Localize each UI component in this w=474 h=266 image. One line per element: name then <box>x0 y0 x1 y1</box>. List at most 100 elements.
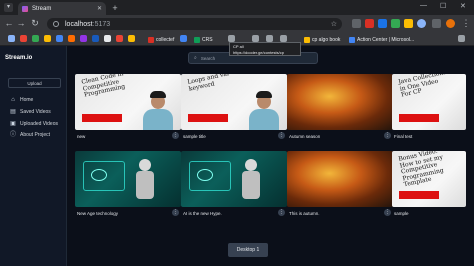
video-card[interactable]: This is autumn. ⋮ <box>287 151 393 222</box>
folder-icon[interactable] <box>228 35 235 42</box>
robot-image <box>239 159 263 207</box>
downloads-icon[interactable] <box>432 19 441 28</box>
browser-tab[interactable]: Stream ✕ <box>18 2 106 15</box>
video-title[interactable]: sample <box>394 211 409 216</box>
bookmark-collectef[interactable]: collectef <box>148 35 174 44</box>
profile-avatar-icon[interactable] <box>417 19 426 28</box>
thumbnail-tag <box>399 114 439 122</box>
video-card[interactable]: Clean Code in Competitive Programming ne… <box>75 74 181 145</box>
extension-icon[interactable] <box>378 19 387 28</box>
tab-favicon-icon <box>22 5 28 12</box>
video-title[interactable]: Autumn season <box>289 134 320 139</box>
thumbnail-caption: Loops and var keyword <box>186 74 231 93</box>
address-bar[interactable]: localhost :5173 ☆ <box>47 18 342 30</box>
tab-title: Stream <box>32 5 52 12</box>
video-card[interactable]: AI is the new Hype. ⋮ <box>181 151 287 222</box>
scrollbar-track[interactable] <box>466 46 474 266</box>
video-card[interactable]: Loops and var keyword sample title ⋮ <box>181 74 287 145</box>
video-card[interactable]: Autumn season ⋮ <box>287 74 393 145</box>
forward-icon[interactable]: → <box>16 18 26 28</box>
bookmark-icon[interactable] <box>116 35 123 42</box>
hologram-graphic <box>197 169 213 181</box>
video-card[interactable]: New Age technology ⋮ <box>75 151 181 222</box>
more-options-icon[interactable]: ⋮ <box>384 132 391 139</box>
site-info-icon[interactable] <box>53 21 59 27</box>
account-avatar-icon[interactable] <box>446 19 455 28</box>
app-root: Stream.io Upload ⌂ Home ▤ Saved Videos ▣… <box>0 46 474 266</box>
extension-icon[interactable] <box>391 19 400 28</box>
back-icon[interactable]: ← <box>4 18 14 28</box>
sidebar-item-saved-videos[interactable]: ▤ Saved Videos <box>10 109 51 115</box>
all-bookmarks-icon[interactable] <box>458 35 465 42</box>
bookmark-icon[interactable] <box>92 35 99 42</box>
video-thumbnail[interactable] <box>75 151 181 207</box>
more-options-icon[interactable]: ⋮ <box>384 209 391 216</box>
thumbnail-tag <box>188 114 228 122</box>
more-options-icon[interactable]: ⋮ <box>278 132 285 139</box>
extension-icon[interactable] <box>365 19 374 28</box>
thumbnail-caption: Java Collections in One Video For CP <box>397 74 447 99</box>
tooltip-url: https://dcoder.ge/contests/cp <box>233 50 284 55</box>
brand-logo[interactable]: Stream.io <box>5 55 32 61</box>
home-icon: ⌂ <box>11 97 15 103</box>
video-thumbnail[interactable]: Bonus Video: How to set my Competitive P… <box>392 151 466 207</box>
thumbnail-caption: Clean Code in Competitive Programming <box>80 74 126 99</box>
video-title[interactable]: This is autumn. <box>289 211 320 216</box>
folder-icon[interactable] <box>252 35 259 42</box>
more-options-icon[interactable]: ⋮ <box>172 209 179 216</box>
bookmark-icon[interactable] <box>128 35 135 42</box>
video-thumbnail[interactable]: Clean Code in Competitive Programming <box>75 74 181 130</box>
video-title[interactable]: Final test <box>394 134 412 139</box>
robot-image <box>133 159 157 207</box>
sidebar-item-home[interactable]: ⌂ Home <box>10 97 33 103</box>
thumbnail-tag <box>399 191 439 199</box>
url-port: :5173 <box>92 20 111 28</box>
bookmark-cp-algo-book[interactable]: cp algo book <box>304 35 340 44</box>
video-card[interactable]: Java Collections in One Video For CP Fin… <box>392 74 466 145</box>
bookmark-icon[interactable] <box>32 35 39 42</box>
sidebar: Stream.io Upload ⌂ Home ▤ Saved Videos ▣… <box>0 46 67 266</box>
sidebar-item-uploaded-videos[interactable]: ▣ Uploaded Videos <box>10 121 58 127</box>
more-options-icon[interactable]: ⋮ <box>172 132 179 139</box>
sidebar-item-about-project[interactable]: ⓘ About Project <box>10 132 50 138</box>
tab-search-icon[interactable]: ▾ <box>4 3 13 12</box>
video-thumbnail[interactable] <box>287 74 393 130</box>
video-title[interactable]: new <box>77 134 85 139</box>
bookmark-star-icon[interactable]: ☆ <box>331 20 337 28</box>
video-thumbnail[interactable] <box>181 151 287 207</box>
bookmark-icon[interactable] <box>56 35 63 42</box>
chrome-menu-icon[interactable]: ⋮ <box>461 18 471 29</box>
desktop-pager-button[interactable]: Desktop 1 <box>228 243 268 257</box>
github-icon[interactable] <box>104 35 111 42</box>
bookmark-icon[interactable] <box>44 35 51 42</box>
folder-icon[interactable] <box>280 35 287 42</box>
close-window-button[interactable]: ✕ <box>460 2 466 10</box>
minimize-button[interactable]: — <box>420 2 427 9</box>
video-thumbnail[interactable]: Loops and var keyword <box>181 74 287 130</box>
extension-icon[interactable] <box>352 19 361 28</box>
apps-icon[interactable] <box>8 35 15 42</box>
video-title[interactable]: AI is the new Hype. <box>183 211 222 216</box>
new-tab-button[interactable]: + <box>110 3 120 13</box>
bookmark-icon[interactable] <box>80 35 87 42</box>
presenter-image <box>247 90 281 130</box>
uploaded-icon: ▣ <box>10 121 16 127</box>
maximize-button[interactable]: ☐ <box>440 2 446 10</box>
video-title[interactable]: New Age technology <box>77 211 118 216</box>
more-options-icon[interactable]: ⋮ <box>278 209 285 216</box>
bookmark-tooltip: CP all https://dcoder.ge/contests/cp <box>229 42 301 56</box>
bookmark-icon[interactable] <box>20 35 27 42</box>
video-thumbnail[interactable]: Java Collections in One Video For CP <box>392 74 466 130</box>
bookmark-action-center[interactable]: Action Center | Microsol... <box>349 35 414 44</box>
video-title[interactable]: sample title <box>183 134 206 139</box>
video-thumbnail[interactable] <box>287 151 393 207</box>
bookmark-icon[interactable] <box>180 35 187 42</box>
bookmark-crs[interactable]: CRS <box>194 35 213 44</box>
reload-icon[interactable]: ↻ <box>30 18 40 29</box>
bookmark-icon[interactable] <box>68 35 75 42</box>
extension-icon[interactable] <box>404 19 413 28</box>
tab-close-icon[interactable]: ✕ <box>97 5 102 12</box>
upload-button[interactable]: Upload <box>8 78 61 88</box>
video-card[interactable]: Bonus Video: How to set my Competitive P… <box>392 151 466 222</box>
folder-icon[interactable] <box>266 35 273 42</box>
